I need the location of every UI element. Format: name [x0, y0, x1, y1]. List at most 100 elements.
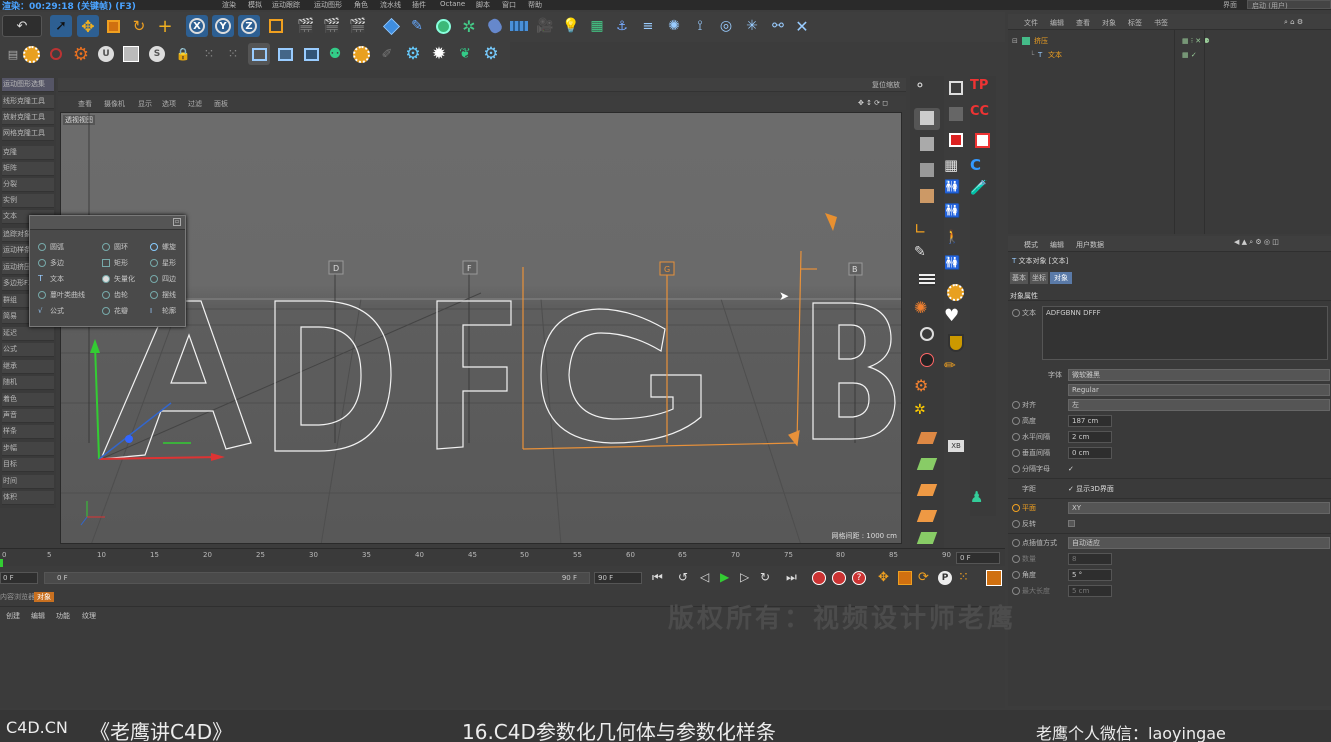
card3-button[interactable]: [914, 480, 940, 502]
popup-close-icon[interactable]: ▫: [173, 218, 181, 226]
u-plugin-button[interactable]: U: [95, 43, 117, 65]
panel-item[interactable]: 克隆: [2, 146, 54, 160]
om-menu-objects[interactable]: 对象: [1102, 18, 1116, 28]
font-select[interactable]: 微软雅黑: [1068, 369, 1330, 381]
height-field[interactable]: 187 cm: [1068, 415, 1112, 427]
m-plugin2-button[interactable]: [350, 43, 372, 65]
tracer-button[interactable]: ⚓: [611, 15, 633, 37]
panel-item[interactable]: 分裂: [2, 178, 54, 192]
sun-button[interactable]: ✺: [914, 298, 940, 320]
hspacing-field[interactable]: 2 cm: [1068, 431, 1112, 443]
om-search-icon[interactable]: ⌕ ⌂ ⚙: [1284, 18, 1303, 27]
tab-objects[interactable]: 对象: [34, 592, 54, 602]
tp-button[interactable]: TP: [970, 78, 996, 100]
rotate-tool-button[interactable]: ↻: [128, 15, 150, 37]
undo-button[interactable]: ↶: [2, 15, 42, 37]
play-icon[interactable]: ▶: [720, 570, 729, 584]
object-flags[interactable]: ▦ ✓: [1182, 48, 1197, 62]
current-frame-field[interactable]: 0 F: [956, 552, 1000, 564]
object-row-extrude[interactable]: ⊟ 挤压 ▦ ⁝ ✕ ⚈: [1008, 34, 1331, 48]
panel-item[interactable]: 着色: [2, 393, 54, 407]
card5-button[interactable]: [914, 528, 940, 550]
model-mode-button[interactable]: [914, 108, 940, 130]
param-key-icon[interactable]: P: [938, 571, 952, 585]
shield-button[interactable]: [944, 332, 970, 354]
viewport-menu-panel[interactable]: 面板: [214, 99, 228, 109]
menu-render[interactable]: 渲染: [222, 0, 236, 10]
spline-cycloid[interactable]: 摆线: [148, 288, 176, 302]
menu-help[interactable]: 帮助: [528, 0, 542, 10]
menu-script[interactable]: 脚本: [476, 0, 490, 10]
menu-character[interactable]: 角色: [354, 0, 368, 10]
array-button[interactable]: ✲: [458, 15, 480, 37]
target-button[interactable]: ◎: [715, 15, 737, 37]
spline-circle[interactable]: 圆环: [100, 240, 128, 254]
attr-menu-edit[interactable]: 编辑: [1050, 240, 1064, 250]
object-flags[interactable]: ▦ ⁝ ✕ ⚈: [1182, 34, 1210, 48]
viewport-menu-filter[interactable]: 过滤: [188, 99, 202, 109]
goto-end-icon[interactable]: ⏭: [786, 570, 797, 585]
timeline-ruler[interactable]: 0 5 10 15 20 25 30 35 40 45 50 55 60 65 …: [0, 548, 1005, 567]
texture-mode-button[interactable]: [914, 134, 940, 156]
scatter-button[interactable]: ✳: [741, 15, 763, 37]
spline-cogwheel[interactable]: 齿轮: [100, 288, 128, 302]
dot-button[interactable]: [914, 350, 940, 372]
s-plugin-button[interactable]: S: [146, 43, 168, 65]
frame-range-slider[interactable]: 0 F 90 F: [44, 572, 590, 584]
auto-key-icon[interactable]: [832, 571, 846, 585]
x-axis-button[interactable]: X: [186, 15, 208, 37]
align-select[interactable]: 左: [1068, 399, 1330, 411]
anim-radio[interactable]: [1012, 417, 1020, 425]
deformer-button[interactable]: [484, 15, 506, 37]
brush-button[interactable]: ✐: [376, 43, 398, 65]
m-gear-button[interactable]: [944, 282, 970, 304]
window-button[interactable]: [248, 43, 270, 65]
end-frame-field[interactable]: 90 F: [594, 572, 642, 584]
font-style-select[interactable]: Regular: [1068, 384, 1330, 396]
gear-red-button[interactable]: ⚙: [70, 43, 92, 65]
help-key-icon[interactable]: ?: [852, 571, 866, 585]
reverse-checkbox[interactable]: [1068, 520, 1075, 527]
mat-menu-edit[interactable]: 编辑: [31, 611, 45, 621]
panel-header-0[interactable]: 运动图形选集: [2, 78, 54, 92]
gear-white-button[interactable]: ⚙: [402, 43, 424, 65]
figures2-button[interactable]: 🚻: [944, 204, 970, 226]
spline-pen-button[interactable]: ✎: [406, 15, 428, 37]
align-button[interactable]: ≡: [637, 15, 659, 37]
leaf-button[interactable]: ❦: [454, 43, 476, 65]
figure-button[interactable]: 🚶: [944, 230, 970, 252]
record-key-icon[interactable]: [812, 571, 826, 585]
select-tool-button[interactable]: ➚: [50, 15, 72, 37]
om-menu-bookmarks[interactable]: 书签: [1154, 18, 1168, 28]
card2-button[interactable]: [914, 454, 940, 476]
panel-header-3[interactable]: 网格克隆工具: [2, 127, 54, 141]
subdivision-button[interactable]: [432, 15, 454, 37]
grid-dots2-button[interactable]: ⁙: [222, 43, 244, 65]
dots-gear-button[interactable]: ✹: [428, 43, 450, 65]
mat-menu-texture[interactable]: 纹理: [82, 611, 96, 621]
spline-text[interactable]: T 文本: [36, 272, 64, 286]
menu-motion-tracking[interactable]: 运动跟踪: [272, 0, 300, 10]
explode-button[interactable]: ✺: [663, 15, 685, 37]
anim-radio[interactable]: [1012, 520, 1020, 528]
heart-button[interactable]: ♥: [944, 306, 970, 328]
spline-polygon[interactable]: 多边: [36, 256, 64, 270]
panel-item[interactable]: 声音: [2, 409, 54, 423]
reset-zoom-label[interactable]: 复位缩放: [872, 80, 900, 90]
live-select-button[interactable]: +: [154, 15, 176, 37]
viewport-nav-icons[interactable]: ✥ ↕ ⟳ ◻: [858, 99, 888, 107]
card4-button[interactable]: [914, 506, 940, 528]
gear-orange-button[interactable]: ⚙: [914, 376, 940, 398]
spline-profile[interactable]: I 轮廓: [148, 304, 176, 318]
mograph-matrix-button[interactable]: ▦: [586, 15, 608, 37]
spline-arc[interactable]: 圆弧: [36, 240, 64, 254]
prev-frame-icon[interactable]: ◁: [700, 570, 709, 584]
c-blue-button[interactable]: C: [970, 156, 996, 178]
panel-item[interactable]: 体积: [2, 491, 54, 505]
spline-cissoid[interactable]: 蔓叶类曲线: [36, 288, 85, 302]
render-view-button[interactable]: 🎬: [295, 15, 317, 37]
cube-button[interactable]: [380, 15, 402, 37]
z-axis-button[interactable]: Z: [238, 15, 260, 37]
panel-header-2[interactable]: 放射克隆工具: [2, 111, 54, 125]
settings-button[interactable]: ⚙: [480, 43, 502, 65]
